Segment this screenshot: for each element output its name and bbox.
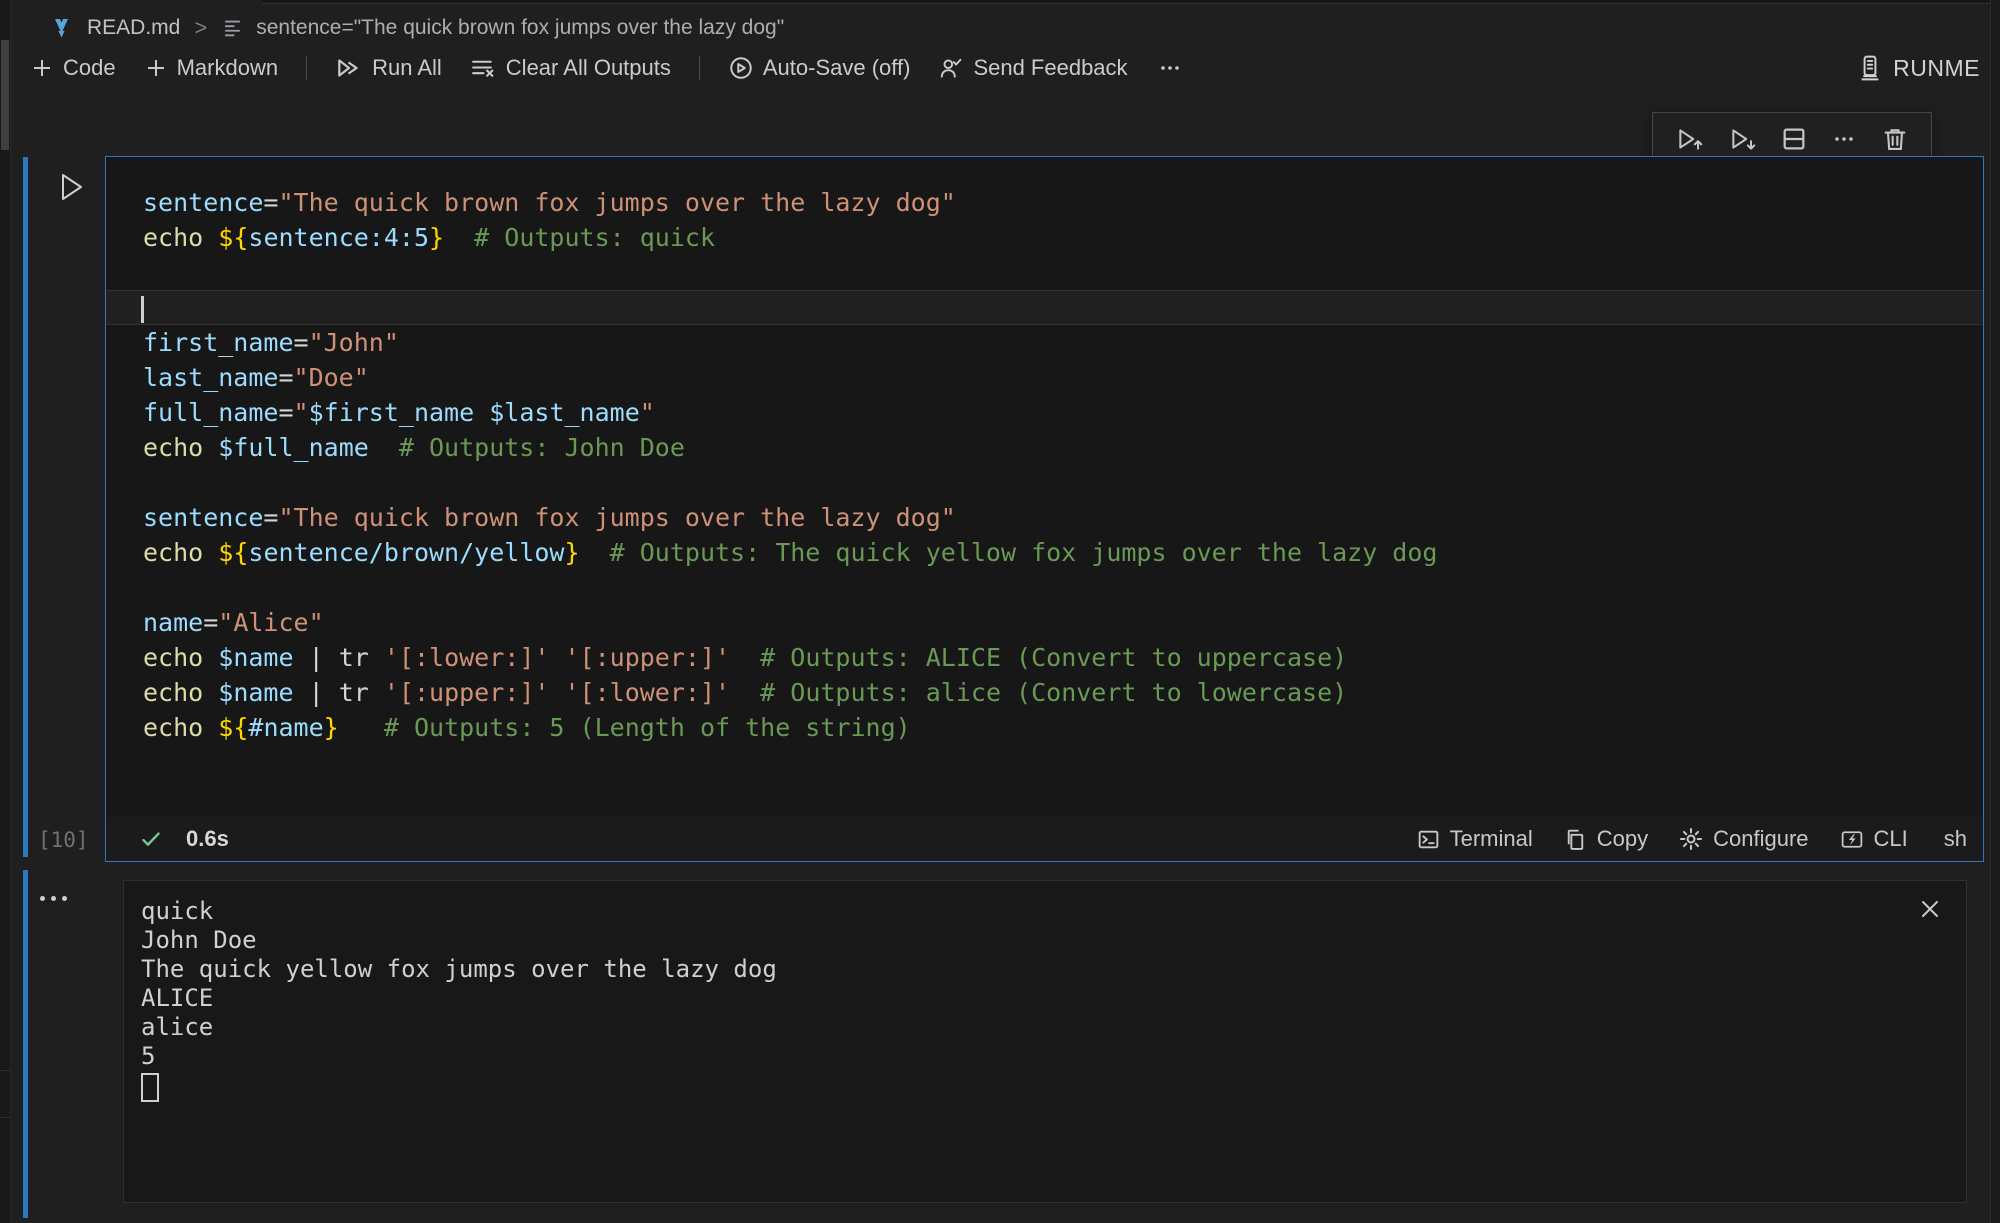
cell-more-actions-button[interactable] — [1830, 127, 1858, 151]
terminal-button[interactable]: Terminal — [1416, 826, 1533, 852]
add-markdown-label: Markdown — [177, 55, 278, 81]
code-line[interactable]: sentence="The quick brown fox jumps over… — [106, 500, 1983, 535]
runme-brand-icon — [1857, 53, 1883, 83]
brand-label: RUNME — [1893, 55, 1980, 82]
output-text: quickJohn DoeThe quick yellow fox jumps … — [141, 897, 777, 1109]
output-more-actions[interactable] — [40, 896, 67, 901]
toolbar-separator — [699, 56, 700, 80]
play-icon — [56, 170, 86, 204]
more-dots-icon — [1830, 127, 1858, 151]
run-above-icon — [1675, 124, 1705, 154]
cell-focus-bar — [23, 157, 28, 857]
send-feedback-label: Send Feedback — [973, 55, 1127, 81]
send-feedback-button[interactable]: Send Feedback — [938, 55, 1127, 81]
output-panel: quickJohn DoeThe quick yellow fox jumps … — [123, 880, 1967, 1203]
run-cell-button[interactable] — [56, 170, 86, 204]
code-line[interactable]: name="Alice" — [106, 605, 1983, 640]
clear-all-label: Clear All Outputs — [506, 55, 671, 81]
breadcrumb-file[interactable]: READ.md — [87, 16, 180, 40]
auto-save-button[interactable]: Auto-Save (off) — [728, 55, 911, 81]
terminal-icon — [1416, 827, 1441, 852]
add-code-button[interactable]: Code — [30, 55, 116, 81]
split-cell-icon — [1780, 125, 1808, 153]
auto-save-label: Auto-Save (off) — [763, 55, 911, 81]
edge-divider — [0, 1070, 10, 1071]
close-icon — [1918, 897, 1942, 921]
run-all-button[interactable]: Run All — [335, 55, 442, 81]
execution-time: 0.6s — [186, 826, 229, 852]
code-lines: sentence="The quick brown fox jumps over… — [106, 185, 1983, 745]
cli-label: CLI — [1874, 826, 1908, 852]
more-actions-button[interactable] — [1156, 56, 1184, 80]
status-left: 0.6s — [106, 826, 229, 852]
tab-bar-edge — [262, 0, 2000, 4]
add-markdown-button[interactable]: Markdown — [144, 55, 278, 81]
cli-icon — [1839, 827, 1865, 852]
code-line[interactable] — [106, 570, 1983, 605]
runme-logo-icon — [48, 14, 75, 42]
clear-all-icon — [470, 55, 497, 81]
runme-notebook-window: READ.md > sentence="The quick brown fox … — [0, 0, 2000, 1223]
terminal-label: Terminal — [1450, 826, 1533, 852]
split-cell-button[interactable] — [1780, 125, 1808, 153]
execution-count: [10] — [38, 828, 89, 852]
cell-status-bar: 0.6s Terminal Copy Configure CLI — [106, 817, 1983, 861]
terminal-cursor-block — [141, 1073, 159, 1102]
more-dots-icon — [1156, 56, 1184, 80]
language-indicator[interactable]: sh — [1938, 826, 1967, 852]
close-output-button[interactable] — [1918, 897, 1942, 921]
feedback-icon — [938, 55, 964, 81]
symbol-list-icon — [221, 17, 244, 39]
text-cursor — [141, 296, 144, 323]
scrollbar-thumb[interactable] — [1, 40, 9, 150]
copy-label: Copy — [1597, 826, 1648, 852]
success-check-icon — [138, 826, 164, 852]
runme-brand: RUNME — [1857, 46, 1980, 90]
add-code-label: Code — [63, 55, 116, 81]
plus-icon — [30, 56, 54, 80]
right-scrollbar-strip[interactable] — [1990, 0, 2000, 1223]
copy-icon — [1563, 827, 1588, 852]
notebook-toolbar: Code Markdown Run All Clear All Outputs … — [30, 46, 1184, 90]
run-all-icon — [335, 55, 363, 81]
code-line[interactable]: echo $name | tr '[:lower:]' '[:upper:]' … — [106, 640, 1983, 675]
code-line[interactable]: last_name="Doe" — [106, 360, 1983, 395]
code-line[interactable]: echo $name | tr '[:upper:]' '[:lower:]' … — [106, 675, 1983, 710]
gear-icon — [1678, 826, 1704, 852]
code-line[interactable]: echo ${#name} # Outputs: 5 (Length of th… — [106, 710, 1983, 745]
code-editor[interactable]: sentence="The quick brown fox jumps over… — [106, 157, 1983, 817]
trash-icon — [1881, 125, 1909, 153]
delete-cell-button[interactable] — [1881, 125, 1909, 153]
plus-icon — [144, 56, 168, 80]
copy-button[interactable]: Copy — [1563, 826, 1648, 852]
code-line[interactable]: echo ${sentence/brown/yellow} # Outputs:… — [106, 535, 1983, 570]
edge-divider — [0, 1117, 10, 1118]
toolbar-separator — [306, 56, 307, 80]
execute-below-button[interactable] — [1728, 124, 1758, 154]
left-edge-strip — [0, 0, 11, 1223]
cli-button[interactable]: CLI — [1839, 826, 1908, 852]
breadcrumb-chevron: > — [192, 15, 209, 41]
breadcrumb-cell-label[interactable]: sentence="The quick brown fox jumps over… — [256, 16, 784, 40]
run-all-label: Run All — [372, 55, 442, 81]
clear-all-outputs-button[interactable]: Clear All Outputs — [470, 55, 671, 81]
auto-save-icon — [728, 55, 754, 81]
code-line[interactable]: sentence="The quick brown fox jumps over… — [106, 185, 1983, 220]
output-focus-bar — [23, 870, 28, 1218]
code-line[interactable]: echo $full_name # Outputs: John Doe — [106, 430, 1983, 465]
code-line[interactable] — [106, 290, 1983, 325]
code-line[interactable]: first_name="John" — [106, 325, 1983, 360]
code-line[interactable] — [106, 255, 1983, 290]
code-line[interactable]: full_name="$first_name $last_name" — [106, 395, 1983, 430]
code-cell: sentence="The quick brown fox jumps over… — [105, 156, 1984, 862]
configure-label: Configure — [1713, 826, 1808, 852]
code-line[interactable] — [106, 465, 1983, 500]
execute-above-button[interactable] — [1675, 124, 1705, 154]
configure-button[interactable]: Configure — [1678, 826, 1808, 852]
breadcrumb: READ.md > sentence="The quick brown fox … — [48, 10, 784, 46]
status-right: Terminal Copy Configure CLI sh — [1416, 826, 1983, 852]
run-below-icon — [1728, 124, 1758, 154]
code-line[interactable]: echo ${sentence:4:5} # Outputs: quick — [106, 220, 1983, 255]
